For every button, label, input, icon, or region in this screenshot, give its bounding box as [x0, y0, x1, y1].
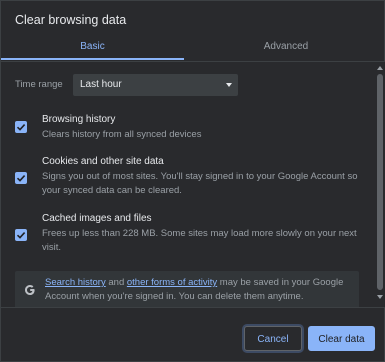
checkmark-icon [16, 232, 26, 239]
option-description: Frees up less than 228 MB. Some sites ma… [42, 228, 357, 253]
option-description: Clears history from all synced devices [42, 129, 202, 140]
content-scrollbar[interactable] [375, 62, 385, 307]
notice-text-connector: and [105, 277, 127, 288]
google-g-icon [25, 285, 35, 295]
time-range-label: Time range [15, 79, 63, 90]
caret-down-icon [226, 83, 232, 87]
scroll-up-arrow-icon[interactable] [377, 66, 383, 70]
account-activity-notice: Search history and other forms of activi… [15, 271, 359, 307]
dialog-footer: Cancel Clear data [1, 307, 385, 362]
dialog-title: Clear browsing data [15, 13, 127, 27]
scrollbar-thumb[interactable] [377, 74, 383, 290]
dialog-content: Time range Last hour Browsing history Cl… [1, 62, 374, 307]
tab-advanced[interactable]: Advanced [188, 34, 384, 60]
time-range-value: Last hour [80, 79, 122, 90]
option-title: Browsing history [42, 114, 116, 125]
other-activity-link[interactable]: other forms of activity [127, 277, 217, 288]
time-range-select[interactable]: Last hour [73, 74, 238, 96]
clear-data-button[interactable]: Clear data [308, 326, 375, 351]
browsing-history-checkbox[interactable] [15, 121, 27, 133]
checkmark-icon [16, 124, 26, 131]
option-title: Cached images and files [42, 213, 152, 224]
cookies-checkbox[interactable] [15, 172, 27, 184]
option-title: Cookies and other site data [42, 156, 164, 167]
scroll-down-arrow-icon[interactable] [377, 295, 383, 299]
search-history-link[interactable]: Search history [45, 277, 106, 288]
clear-browsing-data-dialog: Clear browsing data Basic Advanced Time … [0, 0, 385, 362]
tab-bar: Basic Advanced [1, 34, 385, 62]
checkmark-icon [16, 175, 26, 182]
active-tab-indicator [1, 58, 184, 60]
notice-text: Search history and other forms of activi… [45, 276, 351, 304]
tab-basic[interactable]: Basic [1, 34, 184, 60]
cached-images-checkbox[interactable] [15, 229, 27, 241]
cancel-button[interactable]: Cancel [244, 326, 302, 351]
option-description: Signs you out of most sites. You'll stay… [42, 171, 358, 196]
